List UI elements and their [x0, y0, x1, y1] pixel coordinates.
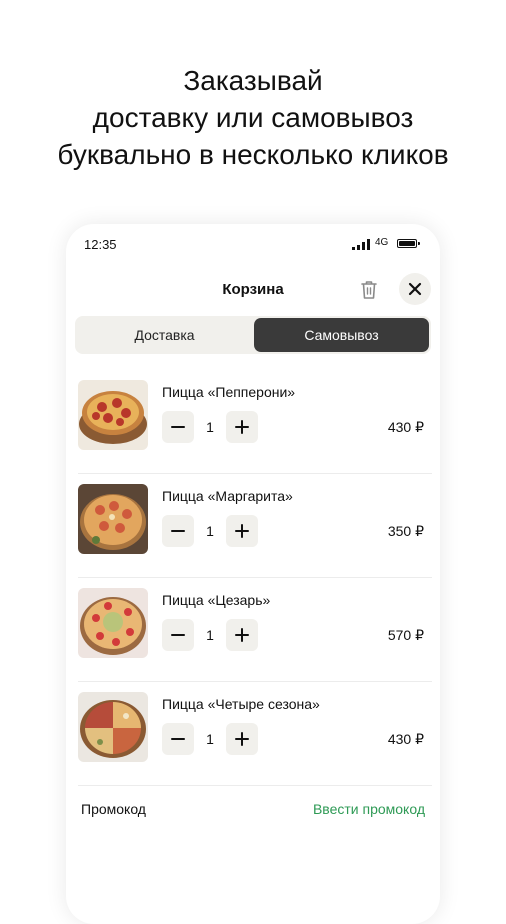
phone-screen: 12:35 4G Корзина Доставка Самовывоз Пицц…	[66, 224, 440, 924]
item-price: 430 ₽	[387, 419, 424, 435]
increase-quantity-button[interactable]	[226, 411, 258, 443]
decrease-quantity-button[interactable]	[162, 411, 194, 443]
promo-headline: Заказывай доставку или самовывоз букваль…	[0, 62, 506, 173]
decrease-quantity-button[interactable]	[162, 723, 194, 755]
item-price: 350 ₽	[387, 523, 424, 539]
cart-item: Пицца «Пепперони» 1 430 ₽	[66, 370, 440, 474]
delivery-mode-switch: Доставка Самовывоз	[75, 316, 431, 354]
battery-icon	[397, 239, 420, 248]
cart-item: Пицца «Маргарита» 1 350 ₽	[66, 474, 440, 578]
item-quantity: 1	[206, 419, 214, 435]
minus-icon	[171, 530, 185, 532]
increase-quantity-button[interactable]	[226, 723, 258, 755]
plus-icon	[235, 524, 249, 538]
divider	[78, 785, 432, 786]
plus-icon	[235, 732, 249, 746]
item-name: Пицца «Пепперони»	[162, 384, 296, 400]
item-quantity: 1	[206, 731, 214, 747]
signal-icon	[352, 239, 370, 250]
item-price: 430 ₽	[387, 731, 424, 747]
headline-line-1: Заказывай	[183, 65, 323, 96]
increase-quantity-button[interactable]	[226, 619, 258, 651]
item-name: Пицца «Четыре сезона»	[162, 696, 320, 712]
item-price: 570 ₽	[387, 627, 424, 643]
status-bar: 12:35 4G	[66, 224, 440, 264]
enter-promo-code-link[interactable]: Ввести промокод	[313, 801, 425, 817]
cart-item: Пицца «Цезарь» 1 570 ₽	[66, 578, 440, 682]
decrease-quantity-button[interactable]	[162, 619, 194, 651]
pizza-margherita-image	[78, 484, 148, 554]
pizza-four-seasons-image	[78, 692, 148, 762]
trash-icon[interactable]	[360, 280, 378, 300]
page-title: Корзина	[222, 281, 284, 298]
headline-line-3: буквально в несколько кликов	[57, 139, 449, 170]
close-icon	[408, 282, 422, 296]
pizza-pepperoni-image	[78, 380, 148, 450]
headline-line-2: доставку или самовывоз	[92, 102, 414, 133]
promo-code-label: Промокод	[81, 801, 146, 817]
minus-icon	[171, 426, 185, 428]
network-type: 4G	[375, 237, 389, 248]
close-button[interactable]	[399, 273, 431, 305]
item-name: Пицца «Цезарь»	[162, 592, 271, 608]
tab-delivery[interactable]: Доставка	[77, 318, 252, 352]
cart-item: Пицца «Четыре сезона» 1 430 ₽	[66, 682, 440, 786]
plus-icon	[235, 420, 249, 434]
minus-icon	[171, 738, 185, 740]
plus-icon	[235, 628, 249, 642]
item-quantity: 1	[206, 627, 214, 643]
tab-pickup[interactable]: Самовывоз	[254, 318, 429, 352]
status-time: 12:35	[84, 237, 117, 252]
minus-icon	[171, 634, 185, 636]
increase-quantity-button[interactable]	[226, 515, 258, 547]
decrease-quantity-button[interactable]	[162, 515, 194, 547]
item-quantity: 1	[206, 523, 214, 539]
pizza-caesar-image	[78, 588, 148, 658]
item-name: Пицца «Маргарита»	[162, 488, 293, 504]
